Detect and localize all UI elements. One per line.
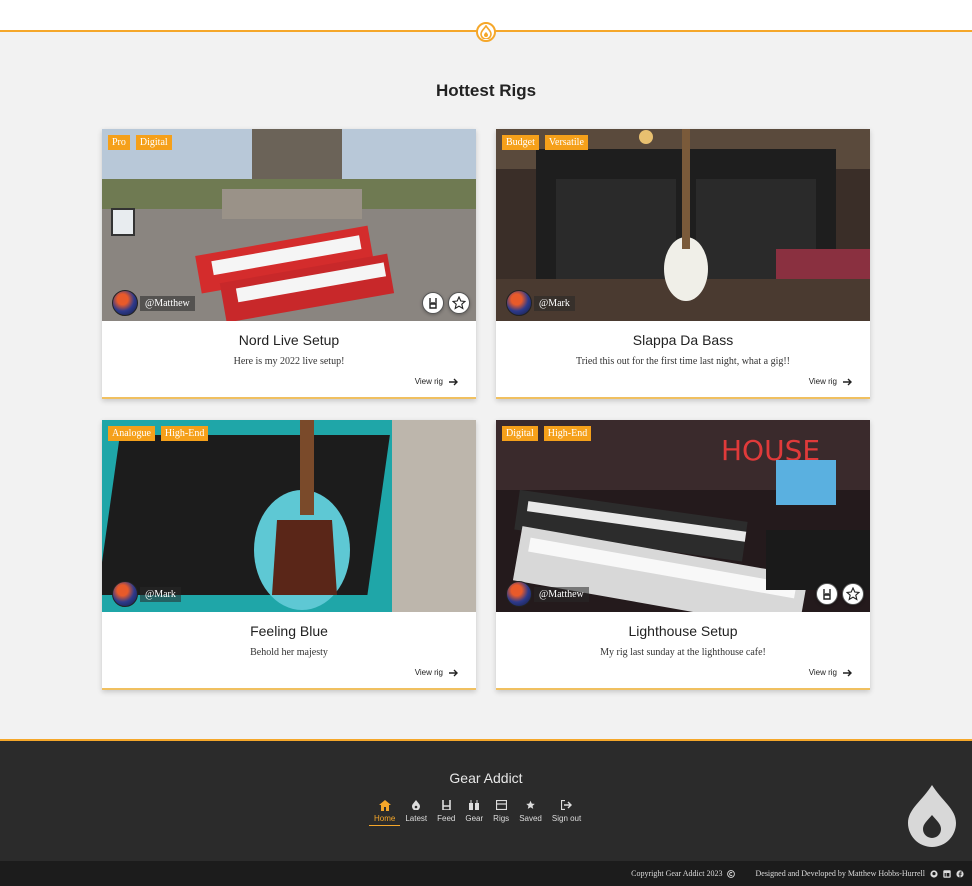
rig-description: Here is my 2022 live setup! (233, 356, 345, 367)
footer-nav: Home Latest Feed Gear Rigs Saved Sign ou… (369, 799, 586, 826)
user-handle[interactable]: @Mark (534, 295, 575, 311)
github-icon[interactable] (930, 869, 938, 878)
sign-out-icon (561, 800, 573, 810)
user-handle[interactable]: @Matthew (534, 586, 589, 602)
tag-badge[interactable]: Analogue (108, 426, 155, 441)
guitar-pedals-icon (469, 800, 480, 810)
nav-label[interactable]: Home (374, 814, 395, 823)
rig-card[interactable]: HOUSE Digital High-End @Matthew Lighthou… (496, 420, 870, 690)
rig-title[interactable]: Lighthouse Setup (496, 623, 870, 639)
footer: Gear Addict Home Latest Feed Gear Rigs S… (0, 739, 972, 861)
tag-badge[interactable]: High-End (160, 426, 209, 441)
rig-owner[interactable]: @Mark (112, 581, 181, 607)
view-rig-link[interactable]: View rig (809, 668, 852, 677)
box-icon (495, 800, 507, 810)
rig-description: Tried this out for the first time last n… (575, 356, 791, 367)
view-rig-label[interactable]: View rig (809, 377, 837, 386)
nav-label[interactable]: Saved (519, 814, 542, 823)
tag-badge[interactable]: Digital (135, 135, 172, 150)
star-icon (452, 296, 466, 310)
rig-title[interactable]: Nord Live Setup (102, 332, 476, 348)
rig-description: Behold her majesty (250, 647, 328, 658)
nav-item-rigs[interactable]: Rigs (488, 799, 514, 826)
footer-brand: Gear Addict (449, 770, 523, 786)
rock-hand-icon (441, 800, 451, 810)
linkedin-icon[interactable] (943, 869, 951, 878)
arrow-right-icon (449, 669, 458, 676)
user-handle[interactable]: @Matthew (140, 295, 195, 311)
rig-title[interactable]: Slappa Da Bass (496, 332, 870, 348)
rock-hand-icon (823, 589, 831, 600)
rock-on-button[interactable] (816, 583, 838, 605)
home-icon (378, 799, 391, 811)
user-handle[interactable]: @Mark (140, 586, 181, 602)
avatar[interactable] (112, 290, 138, 316)
nav-item-latest[interactable]: Latest (400, 799, 432, 826)
copyright-icon (727, 869, 736, 878)
arrow-right-icon (843, 669, 852, 676)
view-rig-link[interactable]: View rig (415, 377, 458, 386)
nav-label[interactable]: Rigs (493, 814, 509, 823)
nav-item-gear[interactable]: Gear (460, 799, 488, 826)
avatar[interactable] (506, 290, 532, 316)
credits-bar: Copyright Gear Addict 2023 Designed and … (0, 861, 972, 886)
page-title: Hottest Rigs (435, 81, 537, 100)
tag-badge[interactable]: Digital (502, 426, 538, 441)
tag-badge[interactable]: High-End (543, 426, 592, 441)
nav-item-saved[interactable]: Saved (514, 799, 547, 826)
save-star-button[interactable] (448, 292, 470, 314)
tag-badge[interactable]: Pro (108, 135, 130, 150)
avatar[interactable] (506, 581, 532, 607)
facebook-icon[interactable] (956, 869, 964, 878)
arrow-right-icon (843, 378, 852, 385)
top-navbar (0, 0, 972, 42)
rig-owner[interactable]: @Matthew (112, 290, 195, 316)
avatar[interactable] (112, 581, 138, 607)
star-icon (846, 587, 860, 601)
flame-logo-icon[interactable] (476, 22, 496, 42)
tag-badge[interactable]: Versatile (544, 135, 588, 150)
rig-card[interactable]: Pro Digital @Matthew Nord Live Setup Her… (102, 129, 476, 399)
rock-hand-icon (429, 298, 437, 309)
save-star-button[interactable] (842, 583, 864, 605)
nav-item-feed[interactable]: Feed (432, 799, 460, 826)
copyright-text: Copyright Gear Addict 2023 (631, 869, 723, 878)
rig-description: My rig last sunday at the lighthouse caf… (600, 647, 766, 658)
nav-label[interactable]: Latest (405, 814, 427, 823)
view-rig-label[interactable]: View rig (415, 377, 443, 386)
view-rig-link[interactable]: View rig (809, 377, 852, 386)
rig-owner[interactable]: @Matthew (506, 581, 589, 607)
rig-owner[interactable]: @Mark (506, 290, 575, 316)
arrow-right-icon (449, 378, 458, 385)
rig-card[interactable]: Analogue High-End @Mark Feeling Blue Beh… (102, 420, 476, 690)
view-rig-label[interactable]: View rig (415, 668, 443, 677)
nav-item-sign-out[interactable]: Sign out (547, 799, 586, 826)
rig-title[interactable]: Feeling Blue (102, 623, 476, 639)
view-rig-label[interactable]: View rig (809, 668, 837, 677)
credit-text: Designed and Developed by Matthew Hobbs-… (755, 869, 925, 878)
nav-label[interactable]: Gear (465, 814, 483, 823)
nav-item-home[interactable]: Home (369, 799, 401, 826)
rock-on-button[interactable] (422, 292, 444, 314)
tag-badge[interactable]: Budget (502, 135, 539, 150)
nav-label[interactable]: Feed (437, 814, 455, 823)
rig-card[interactable]: Budget Versatile @Mark Slappa Da Bass Tr… (496, 129, 870, 399)
star-icon (526, 800, 535, 809)
flame-watermark-icon (906, 783, 958, 854)
nav-label[interactable]: Sign out (552, 814, 581, 823)
view-rig-link[interactable]: View rig (415, 668, 458, 677)
flame-icon (412, 800, 421, 810)
